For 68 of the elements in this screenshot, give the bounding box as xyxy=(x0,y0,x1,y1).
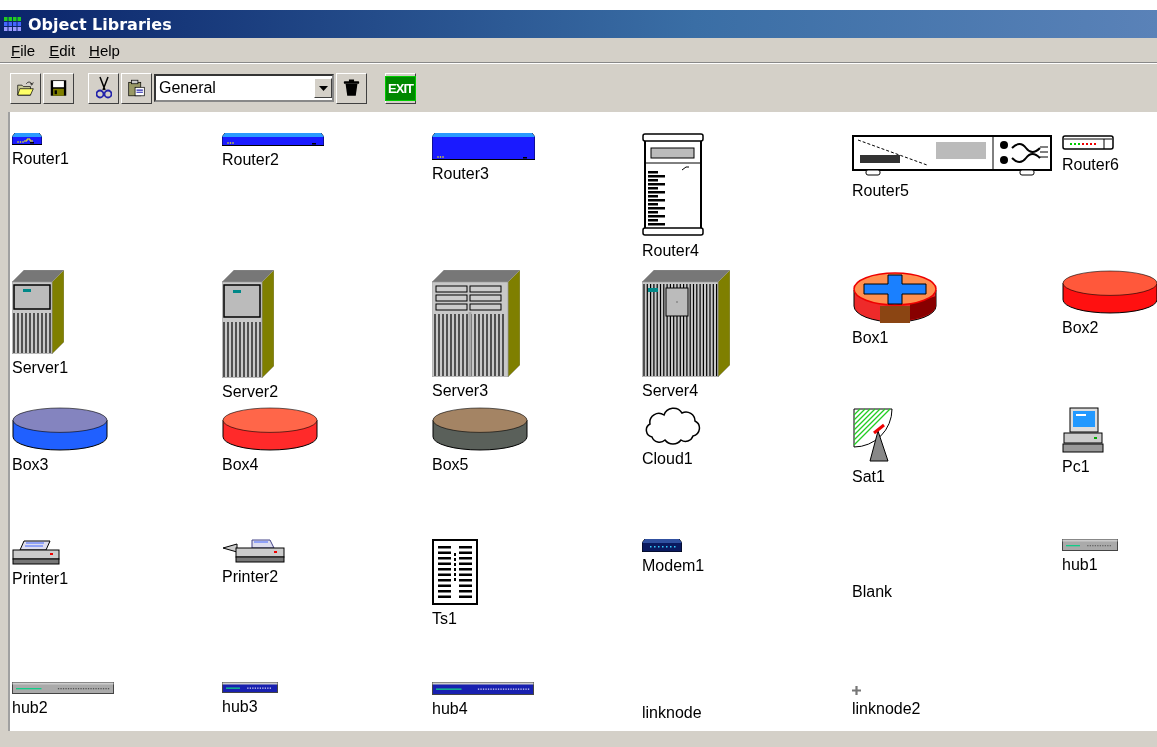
item-label: hub4 xyxy=(432,700,468,718)
hub-icon[interactable] xyxy=(12,682,114,694)
server-icon[interactable] xyxy=(642,270,730,377)
item-label: linknode2 xyxy=(852,700,921,718)
item-label: Router5 xyxy=(852,182,909,200)
menu-item[interactable]: Edit xyxy=(44,39,81,61)
item-label: Printer1 xyxy=(12,570,69,588)
item-label: Box4 xyxy=(222,456,259,474)
hub-icon[interactable] xyxy=(432,682,534,695)
hub-icon[interactable] xyxy=(222,682,278,693)
item-label: hub3 xyxy=(222,698,258,716)
router-icon[interactable] xyxy=(12,133,42,145)
printer-icon[interactable] xyxy=(12,539,60,565)
router-icon[interactable] xyxy=(432,133,535,160)
app-icon xyxy=(4,17,22,31)
item-label: Box1 xyxy=(852,329,889,347)
router-icon[interactable] xyxy=(222,133,324,146)
item-label: Router2 xyxy=(222,151,279,169)
item-label: Router1 xyxy=(12,150,69,168)
exit-button[interactable]: EXIT xyxy=(385,72,416,104)
item-label: Ts1 xyxy=(432,610,457,628)
router-icon[interactable] xyxy=(642,133,704,237)
item-label: Box5 xyxy=(432,456,469,474)
save-button[interactable] xyxy=(43,72,74,104)
item-label: Server1 xyxy=(12,359,69,377)
cut-button[interactable] xyxy=(88,72,119,104)
router-icon[interactable] xyxy=(852,133,1052,177)
server-icon[interactable] xyxy=(12,270,64,354)
item-label: Router3 xyxy=(432,165,489,183)
window-title: Object Libraries xyxy=(28,14,172,34)
item-label: hub2 xyxy=(12,699,48,717)
server-icon[interactable] xyxy=(222,270,274,378)
item-label: Box3 xyxy=(12,456,49,474)
item-label: Server2 xyxy=(222,383,279,401)
computer-icon[interactable] xyxy=(1062,407,1104,453)
caret-icon xyxy=(318,85,328,91)
item-label: Cloud1 xyxy=(642,450,693,468)
menu-item[interactable]: Help xyxy=(84,39,125,61)
category-dropdown[interactable]: General xyxy=(154,74,334,102)
item-label: Router6 xyxy=(1062,156,1119,174)
hub-icon[interactable] xyxy=(1062,539,1118,551)
plus-icon[interactable] xyxy=(852,686,861,695)
cylinder-icon[interactable] xyxy=(432,407,528,451)
printer-icon[interactable] xyxy=(222,539,286,563)
item-label: Pc1 xyxy=(1062,458,1090,476)
paste-button[interactable] xyxy=(121,72,152,104)
cylinder-icon[interactable] xyxy=(1062,270,1157,314)
item-label: Blank xyxy=(852,583,893,601)
item-label: Sat1 xyxy=(852,468,885,486)
item-label: Printer2 xyxy=(222,568,279,586)
cylinder-icon[interactable] xyxy=(222,407,318,451)
item-label: Server3 xyxy=(432,382,489,400)
item-label: Server4 xyxy=(642,382,699,400)
router-icon[interactable] xyxy=(852,270,938,324)
item-label: Router4 xyxy=(642,242,699,260)
trash-icon xyxy=(343,78,360,98)
item-label: Modem1 xyxy=(642,557,705,575)
trash-button[interactable] xyxy=(336,72,367,104)
terminal-icon[interactable] xyxy=(432,539,478,605)
item-label: hub1 xyxy=(1062,556,1098,574)
cut-icon xyxy=(95,76,112,100)
cylinder-icon[interactable] xyxy=(12,407,108,451)
item-label: Box2 xyxy=(1062,319,1099,337)
open-button[interactable] xyxy=(10,72,41,104)
menu-item[interactable]: File xyxy=(6,39,41,61)
modem-icon[interactable] xyxy=(642,539,682,552)
router-icon[interactable] xyxy=(1062,133,1114,151)
item-label: linknode xyxy=(642,704,702,722)
